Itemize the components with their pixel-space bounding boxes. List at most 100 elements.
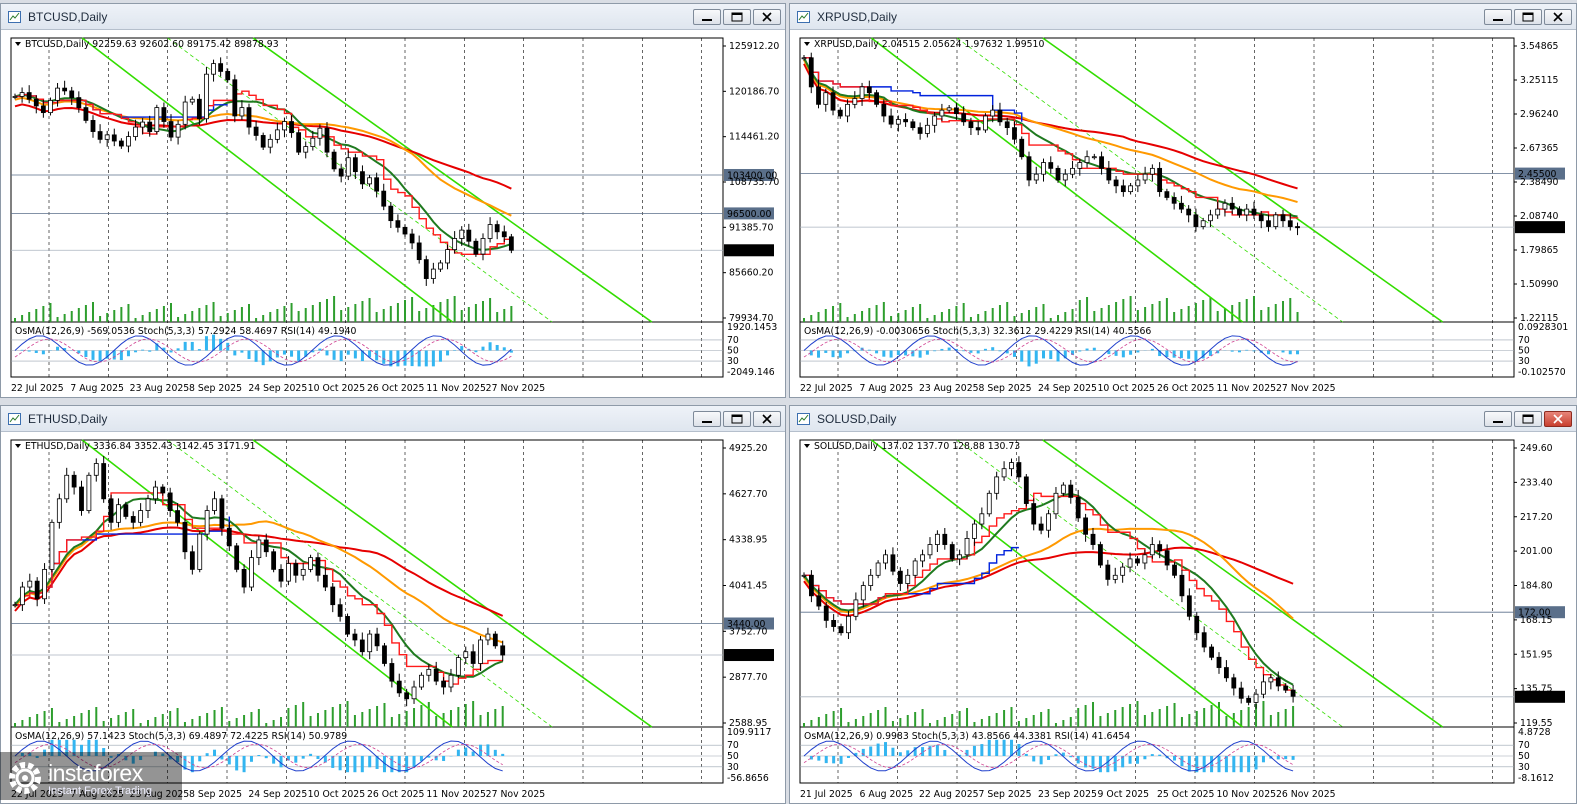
maximize-button[interactable] bbox=[1514, 411, 1542, 427]
close-button[interactable] bbox=[753, 9, 781, 25]
volume-bar bbox=[297, 311, 300, 322]
maximize-button[interactable] bbox=[723, 9, 751, 25]
volume-bar bbox=[117, 715, 120, 727]
candle-body bbox=[33, 98, 39, 107]
candle-body bbox=[359, 639, 365, 653]
volume-bar bbox=[1202, 300, 1205, 322]
volume-bar bbox=[228, 721, 231, 727]
window-titlebar[interactable]: BTCUSD,Daily bbox=[1, 4, 785, 30]
close-button[interactable] bbox=[1544, 9, 1572, 25]
osma-bar bbox=[1224, 756, 1228, 773]
candle-body bbox=[1179, 202, 1184, 210]
date-label: 23 Aug 2025 bbox=[130, 383, 190, 394]
chart-area[interactable]: 22 Jul 2025 7 Aug 2025 23 Aug 2025 8 Sep 20… bbox=[790, 30, 1576, 397]
volume-bar bbox=[479, 715, 482, 727]
volume-bar bbox=[290, 303, 293, 322]
window-titlebar[interactable]: ETHUSD,Daily bbox=[1, 406, 785, 432]
osma-bar bbox=[995, 739, 999, 756]
window-title: SOLUSD,Daily bbox=[817, 412, 897, 426]
date-label: 27 Nov 2025 bbox=[486, 789, 546, 800]
chart-window-btcusd[interactable]: BTCUSD,Daily 22 Jul 2025 7 Aug 2025 23 Aug… bbox=[0, 3, 786, 398]
volume-bar bbox=[1203, 708, 1206, 727]
window-titlebar[interactable]: SOLUSD,Daily bbox=[790, 406, 1576, 432]
osma-bar bbox=[346, 350, 350, 355]
candle-body bbox=[494, 224, 500, 233]
volume-bar bbox=[810, 720, 813, 727]
volume-bar bbox=[1106, 713, 1109, 727]
volume-bar bbox=[1092, 702, 1095, 727]
candle-body bbox=[1128, 185, 1133, 193]
price-tick-label: 4338.95 bbox=[729, 535, 768, 546]
candle-body bbox=[1120, 566, 1126, 576]
candle-body bbox=[56, 498, 62, 523]
osma-bar bbox=[34, 350, 38, 353]
maximize-button[interactable] bbox=[1514, 9, 1542, 25]
close-button[interactable] bbox=[1544, 411, 1572, 427]
chart-area[interactable]: 22 Jul 2025 7 Aug 2025 23 Aug 2025 8 Sep 20… bbox=[1, 30, 785, 397]
chart-area[interactable]: 21 Jul 2025 6 Aug 2025 22 Aug 2025 7 Sep 20… bbox=[790, 432, 1576, 803]
candle-body bbox=[1060, 484, 1066, 494]
volume-bar bbox=[1269, 715, 1272, 727]
candle-body bbox=[274, 129, 280, 140]
volume-bar bbox=[169, 711, 172, 727]
candle-body bbox=[48, 99, 53, 114]
candle-body bbox=[837, 109, 843, 117]
osma-bar bbox=[1024, 753, 1028, 756]
volume-bar bbox=[1158, 709, 1161, 727]
indicator-tick-label: 50 bbox=[1518, 346, 1530, 357]
date-label: 23 Aug 2025 bbox=[919, 383, 979, 394]
minimize-button[interactable] bbox=[693, 9, 721, 25]
candle-body bbox=[1266, 220, 1271, 227]
osma-bar bbox=[197, 349, 201, 351]
volume-bar bbox=[817, 312, 820, 322]
candle-body bbox=[1209, 646, 1214, 658]
chart-window-solusd[interactable]: SOLUSD,Daily 21 Jul 2025 6 Aug 2025 22 Aug… bbox=[789, 405, 1577, 804]
volume-bar bbox=[890, 316, 893, 322]
candle-body bbox=[492, 633, 498, 647]
volume-bar bbox=[489, 298, 492, 322]
osma-bar bbox=[183, 341, 187, 351]
candle-body bbox=[946, 107, 952, 111]
osma-bar bbox=[832, 756, 836, 764]
volume-bar bbox=[869, 713, 872, 727]
volume-bar bbox=[969, 317, 972, 322]
chart-area[interactable]: 22 Jul 2025 7 Aug 2025 23 Aug 2025 8 Sep 20… bbox=[1, 432, 785, 803]
minimize-button[interactable] bbox=[1484, 9, 1512, 25]
candle-body bbox=[838, 626, 844, 634]
candle-body bbox=[360, 171, 365, 185]
candle-body bbox=[1120, 185, 1126, 193]
volume-bar bbox=[1017, 721, 1020, 727]
volume-bar bbox=[1194, 303, 1197, 322]
volume-bar bbox=[1107, 305, 1110, 322]
volume-bar bbox=[1180, 717, 1183, 727]
maximize-button[interactable] bbox=[723, 411, 751, 427]
candle-body bbox=[1004, 121, 1010, 129]
volume-bar bbox=[28, 717, 31, 727]
osma-bar bbox=[1069, 756, 1073, 758]
volume-bar bbox=[176, 708, 179, 727]
volume-bar bbox=[302, 702, 305, 727]
candle-body bbox=[212, 498, 217, 511]
volume-bar bbox=[361, 712, 364, 727]
minimize-button[interactable] bbox=[1484, 411, 1512, 427]
osma-bar bbox=[1020, 350, 1024, 362]
candle-body bbox=[218, 63, 224, 72]
candle-body bbox=[1223, 667, 1229, 679]
osma-bar bbox=[1173, 756, 1177, 761]
chart-window-xrpusd[interactable]: XRPUSD,Daily 22 Jul 2025 7 Aug 2025 23 Aug… bbox=[789, 3, 1577, 398]
candle-body bbox=[175, 510, 180, 523]
osma-bar bbox=[410, 350, 414, 367]
volume-bar bbox=[113, 310, 116, 322]
candle-body bbox=[954, 107, 959, 115]
candle-body bbox=[1157, 167, 1163, 193]
candle-body bbox=[130, 516, 136, 523]
close-button[interactable] bbox=[753, 411, 781, 427]
candle-body bbox=[152, 486, 158, 500]
osma-bar bbox=[323, 756, 327, 763]
window-titlebar[interactable]: XRPUSD,Daily bbox=[790, 4, 1576, 30]
osma-bar bbox=[353, 756, 357, 773]
minimize-button[interactable] bbox=[693, 411, 721, 427]
chart-window-ethusd[interactable]: ETHUSD,Daily 22 Jul 2025 7 Aug 2025 23 Aug… bbox=[0, 405, 786, 804]
volume-bar bbox=[861, 311, 864, 322]
candle-body bbox=[1258, 214, 1264, 222]
